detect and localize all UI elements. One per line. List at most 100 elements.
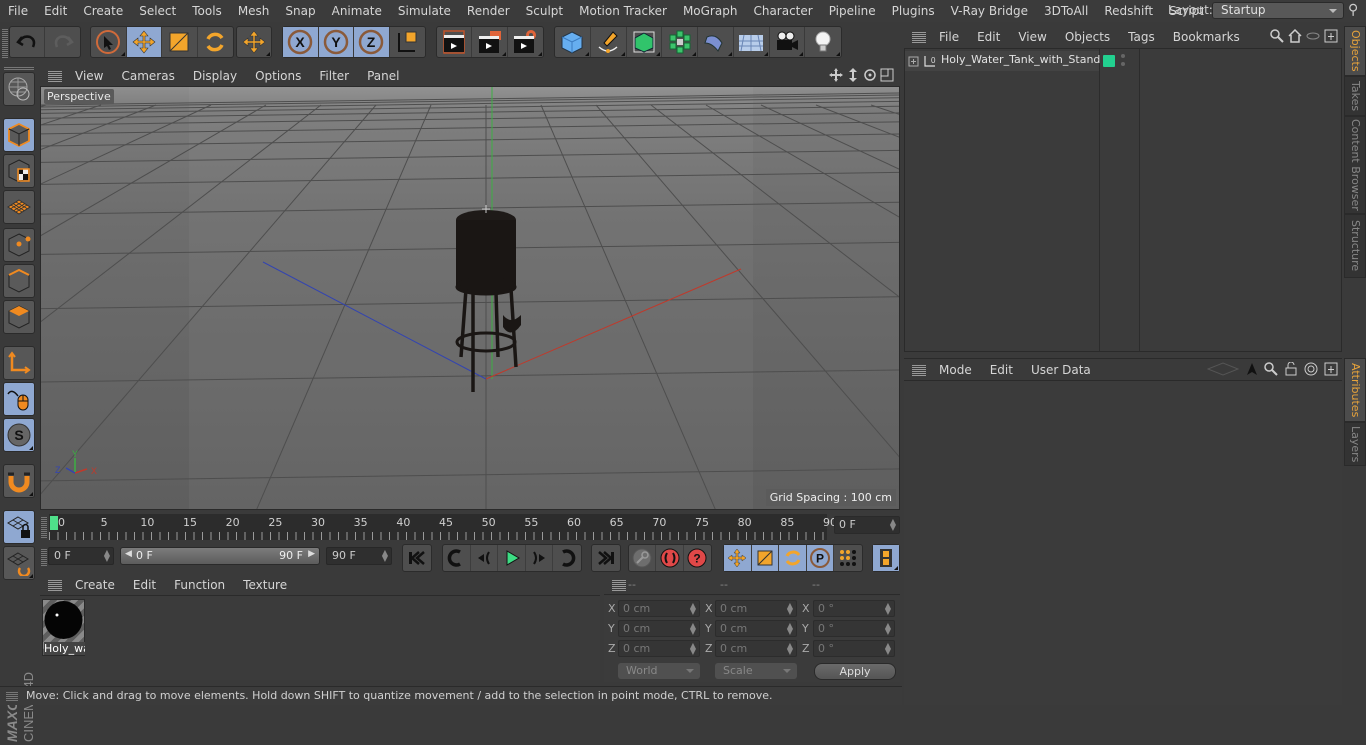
tweak-mode-button[interactable]: [3, 382, 35, 416]
rotate-tool-button[interactable]: [198, 27, 233, 57]
scale-tool-button[interactable]: [162, 27, 198, 57]
menu-vray-bridge[interactable]: V-Ray Bridge: [943, 4, 1036, 18]
position-z-field[interactable]: 0 cm ▲ ▼: [618, 640, 700, 657]
redo-button[interactable]: [45, 27, 80, 57]
spinner-icon[interactable]: ▲ ▼: [787, 602, 793, 616]
target-icon[interactable]: [1304, 362, 1318, 376]
start-frame-field[interactable]: 0 F ▲ ▼: [48, 547, 114, 565]
om-menu-tags[interactable]: Tags: [1119, 30, 1164, 44]
spinner-icon[interactable]: ▲ ▼: [885, 602, 891, 616]
next-key-button[interactable]: [553, 545, 581, 571]
size-y-field[interactable]: 0 cm ▲ ▼: [715, 620, 797, 637]
palette-grip[interactable]: [4, 66, 34, 70]
spinner-icon[interactable]: ▲ ▼: [690, 622, 696, 636]
material-menu-edit[interactable]: Edit: [124, 578, 165, 592]
spinner-icon[interactable]: ▲ ▼: [787, 642, 793, 656]
rotate-view-icon[interactable]: [863, 68, 877, 82]
viewport-menu-view[interactable]: View: [66, 69, 112, 83]
size-x-field[interactable]: 0 cm ▲ ▼: [715, 600, 797, 617]
previous-frame-button[interactable]: [471, 545, 499, 571]
tab-structure[interactable]: Structure: [1344, 214, 1366, 278]
material-menu-function[interactable]: Function: [165, 578, 234, 592]
points-mode-button[interactable]: [3, 228, 35, 262]
column-divider[interactable]: [1099, 49, 1100, 351]
object-row[interactable]: 0 Holy_Water_Tank_with_Stand: [905, 51, 1100, 71]
render-settings-button[interactable]: [508, 27, 543, 57]
menu-3dtoall[interactable]: 3DToAll: [1036, 4, 1096, 18]
unlock-icon[interactable]: [1284, 362, 1298, 376]
record-parameter-button[interactable]: P: [806, 545, 835, 571]
attr-menu-edit[interactable]: Edit: [981, 363, 1022, 377]
axis-mode-button[interactable]: [3, 346, 35, 380]
cube-button[interactable]: [555, 27, 591, 57]
timeline-grip[interactable]: [41, 516, 47, 538]
eye-toggle-icon[interactable]: [1306, 29, 1320, 43]
search-icon[interactable]: ⚲: [1348, 2, 1358, 18]
toolbar-grip[interactable]: [2, 28, 8, 58]
z-axis-button[interactable]: Z: [354, 27, 390, 57]
material-menu-texture[interactable]: Texture: [234, 578, 296, 592]
y-axis-button[interactable]: Y: [318, 27, 354, 57]
maximize-view-icon[interactable]: [880, 68, 894, 82]
size-mode-select[interactable]: Scale: [715, 663, 797, 679]
workplane-button[interactable]: [3, 190, 35, 224]
spinner-icon[interactable]: ▲ ▼: [787, 622, 793, 636]
end-frame-field[interactable]: 90 F ▲ ▼: [326, 547, 392, 565]
size-z-field[interactable]: 0 cm ▲ ▼: [715, 640, 797, 657]
pen-button[interactable]: [591, 27, 627, 57]
object-name[interactable]: Holy_Water_Tank_with_Stand: [941, 53, 1100, 66]
range-right-arrow-icon[interactable]: ▶: [308, 549, 315, 559]
pointer-up-icon[interactable]: [1246, 362, 1258, 376]
tab-layers[interactable]: Layers: [1344, 422, 1366, 466]
keyframe-selection-button[interactable]: ?: [684, 545, 711, 571]
spinner-icon[interactable]: ▲ ▼: [885, 642, 891, 656]
menu-animate[interactable]: Animate: [324, 4, 390, 18]
3d-viewport[interactable]: Y X Z Perspective Grid Spacing : 100 cm: [40, 86, 900, 510]
menu-mograph[interactable]: MoGraph: [675, 4, 746, 18]
spinner-icon[interactable]: ▲ ▼: [104, 549, 110, 563]
navigation-arrows-icon[interactable]: [1206, 362, 1240, 376]
previous-key-button[interactable]: [443, 545, 471, 571]
menu-tools[interactable]: Tools: [184, 4, 230, 18]
go-to-end-button[interactable]: [592, 545, 620, 571]
viewport-menu-panel[interactable]: Panel: [358, 69, 408, 83]
spinner-icon[interactable]: ▲ ▼: [690, 602, 696, 616]
menu-snap[interactable]: Snap: [277, 4, 323, 18]
cloner-button[interactable]: [662, 27, 698, 57]
viewport-grip[interactable]: [48, 70, 62, 82]
om-menu-edit[interactable]: Edit: [968, 30, 1009, 44]
autokeying-button[interactable]: [656, 545, 684, 571]
menu-motion-tracker[interactable]: Motion Tracker: [571, 4, 675, 18]
menu-plugins[interactable]: Plugins: [884, 4, 943, 18]
viewport-menu-display[interactable]: Display: [184, 69, 246, 83]
attr-menu-mode[interactable]: Mode: [930, 363, 981, 377]
record-point-level-button[interactable]: [834, 545, 862, 571]
rotation-z-field[interactable]: 0 ° ▲ ▼: [813, 640, 895, 657]
om-menu-file[interactable]: File: [930, 30, 968, 44]
menu-sculpt[interactable]: Sculpt: [518, 4, 571, 18]
tab-attributes[interactable]: Attributes: [1344, 358, 1366, 422]
spinner-icon[interactable]: ▲ ▼: [690, 642, 696, 656]
timeline-ruler[interactable]: 0 5 10 15 20 25 30 35 40 45 50 55 60 65 70 75 80 85 90: [49, 514, 837, 540]
menu-pipeline[interactable]: Pipeline: [821, 4, 884, 18]
make-editable-button[interactable]: [3, 72, 35, 106]
range-left-arrow-icon[interactable]: ◀: [125, 549, 132, 559]
move-view-icon[interactable]: [829, 68, 843, 82]
attribute-manager-grip[interactable]: [912, 363, 926, 376]
viewport-menu-filter[interactable]: Filter: [310, 69, 358, 83]
record-keys-button[interactable]: [629, 545, 657, 571]
layer-color-swatch[interactable]: [1103, 55, 1115, 67]
tab-objects[interactable]: Objects: [1344, 26, 1366, 76]
apply-button[interactable]: Apply: [814, 663, 896, 680]
om-menu-bookmarks[interactable]: Bookmarks: [1164, 30, 1249, 44]
live-selection-button[interactable]: [91, 27, 127, 57]
move-tool-button[interactable]: [126, 27, 162, 57]
go-to-start-button[interactable]: [403, 545, 431, 571]
material-swatch[interactable]: Holy_wa: [42, 599, 85, 656]
camera-label[interactable]: Perspective: [44, 89, 114, 104]
editor-visibility-dot[interactable]: [1121, 54, 1125, 58]
expand-icon[interactable]: [908, 56, 920, 68]
position-x-field[interactable]: 0 cm ▲ ▼: [618, 600, 700, 617]
next-frame-button[interactable]: [526, 545, 554, 571]
coordinates-grip[interactable]: [612, 578, 626, 591]
